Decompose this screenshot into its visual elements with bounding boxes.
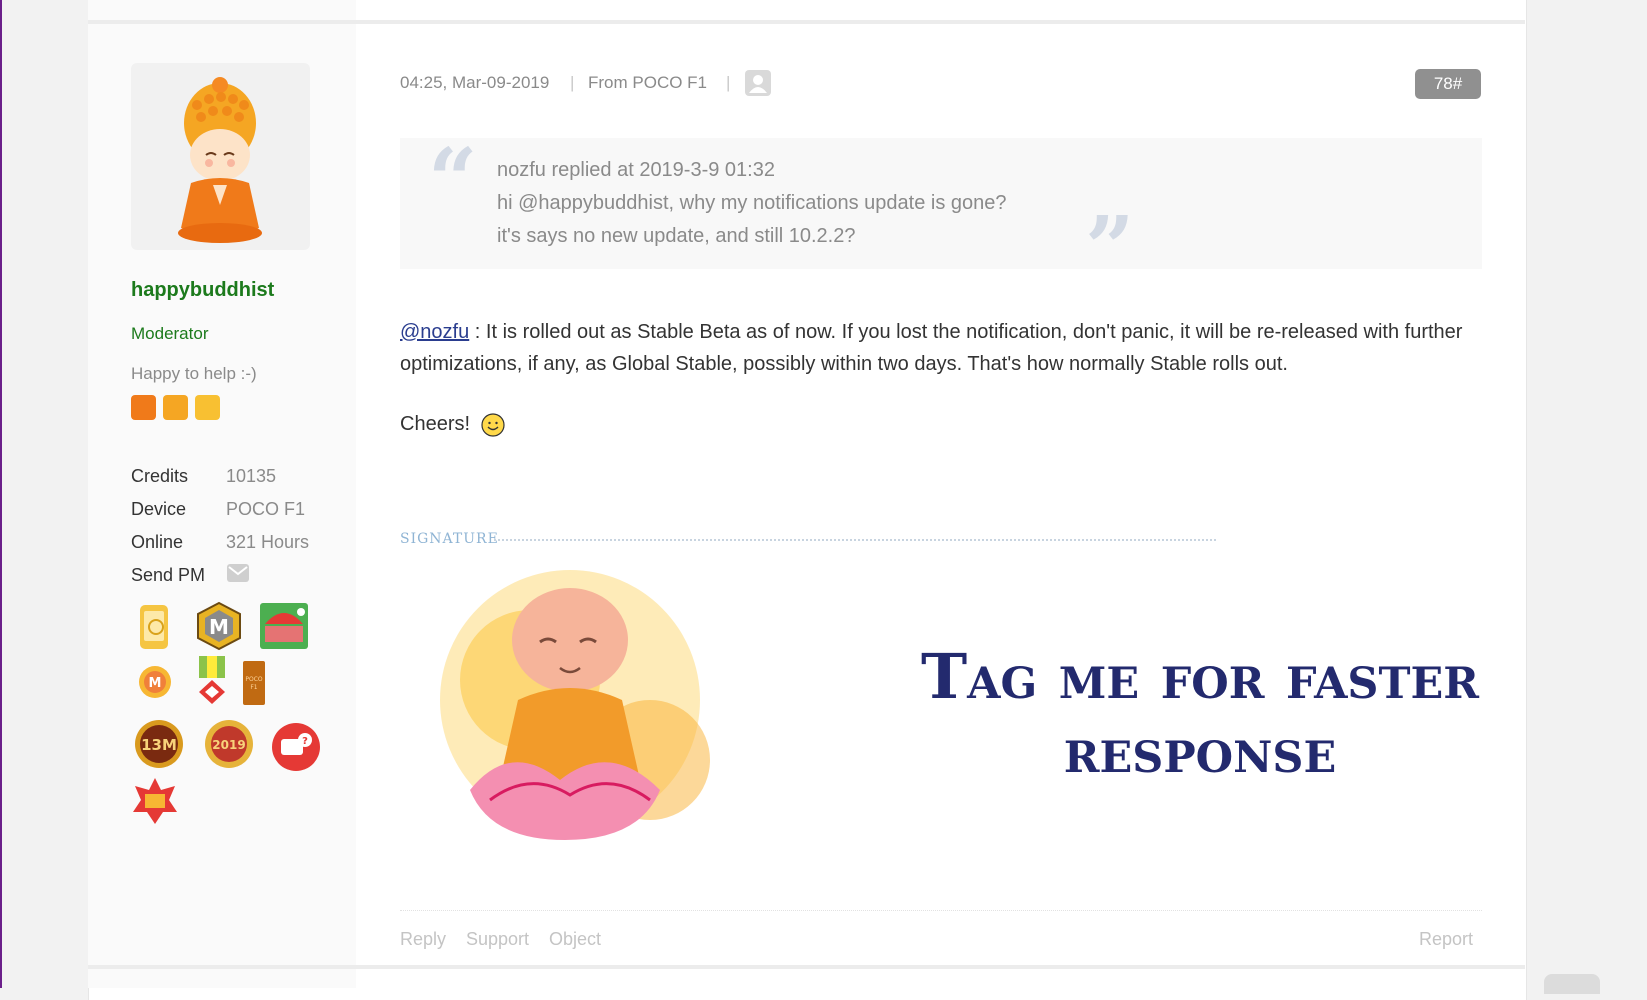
report-link[interactable]: Report xyxy=(1419,929,1473,950)
poco-f1-badge-icon[interactable]: POCO F1 xyxy=(241,659,267,707)
author-title: Happy to help :-) xyxy=(131,364,257,383)
star-award-badge-icon[interactable] xyxy=(131,776,179,826)
post-body: @nozfu : It is rolled out as Stable Beta… xyxy=(400,316,1490,380)
rank-medal-icon xyxy=(163,395,188,420)
author-group[interactable]: Moderator xyxy=(131,324,208,344)
svg-text:M: M xyxy=(149,676,162,691)
quote-header: nozfu replied at 2019-3-9 01:32 xyxy=(497,159,775,181)
stat-label-online: Online xyxy=(131,532,184,552)
post-separator-bottom xyxy=(88,965,1525,969)
signature-tagline: Tag me for faster response xyxy=(780,640,1620,788)
svg-text:POCO: POCO xyxy=(245,676,263,683)
miui-christmas-badge-icon[interactable] xyxy=(259,602,309,650)
stat-label-send-pm: Send PM xyxy=(131,565,206,585)
post-timestamp: 04:25, Mar-09-2019 xyxy=(400,73,550,92)
post-separator-top xyxy=(88,20,1525,24)
rank-medals xyxy=(131,395,220,420)
author-username[interactable]: happybuddhist xyxy=(131,279,274,302)
open-quote-icon: “ xyxy=(428,130,478,231)
ribbon-medal-badge-icon[interactable] xyxy=(195,654,229,708)
post-device: From POCO F1 xyxy=(588,73,708,92)
signature-label: SIGNATURE xyxy=(400,531,499,547)
stat-value-credits[interactable]: 10135 xyxy=(226,466,276,487)
smiley-emoji-icon xyxy=(481,413,505,437)
post-floor-number[interactable]: 78# xyxy=(1415,69,1481,99)
object-link[interactable]: Object xyxy=(549,929,601,950)
svg-text:F1: F1 xyxy=(250,684,257,691)
only-author-icon[interactable] xyxy=(745,70,771,96)
stat-label-credits: Credits xyxy=(131,466,189,486)
m-medal-badge-icon[interactable]: M xyxy=(137,660,173,706)
stat-value-device: POCO F1 xyxy=(226,499,306,519)
mention-link[interactable]: @nozfu xyxy=(400,321,469,343)
svg-text:M: M xyxy=(209,615,229,639)
avatar[interactable] xyxy=(131,63,310,250)
footer-divider xyxy=(400,910,1482,911)
meta-separator: | xyxy=(726,73,731,92)
signature-tagline-line-2: response xyxy=(1063,714,1337,787)
window-edge xyxy=(0,0,2,988)
quote-line-2: it's says no new update, and still 10.2.… xyxy=(497,225,856,247)
buddha-avatar-icon xyxy=(178,77,262,243)
stat-label-device: Device xyxy=(131,499,187,519)
send-pm-envelope-icon[interactable] xyxy=(227,564,249,582)
close-quote-icon: ” xyxy=(1085,198,1135,299)
support-link[interactable]: Support xyxy=(466,929,529,950)
svg-text:2019: 2019 xyxy=(212,738,245,752)
previous-post-footer xyxy=(356,0,1525,20)
help-chat-badge-icon[interactable]: ? xyxy=(271,722,321,772)
reply-link[interactable]: Reply xyxy=(400,929,446,950)
svg-text:13M: 13M xyxy=(141,736,177,754)
phone-badge-icon[interactable] xyxy=(134,603,174,651)
meta-separator: | xyxy=(570,73,575,92)
13m-award-badge-icon[interactable]: 13M xyxy=(131,718,187,772)
rank-medal-icon xyxy=(131,395,156,420)
m-hexagon-badge-icon[interactable]: M xyxy=(195,601,243,651)
signature-divider xyxy=(494,539,1216,541)
quote-line-1: hi @happybuddhist, why my notifications … xyxy=(497,192,1007,214)
signature-tagline-line-1: Tag me for faster xyxy=(920,640,1479,713)
post-cheers: Cheers! xyxy=(400,413,471,435)
2019-award-badge-icon[interactable]: 2019 xyxy=(201,718,257,772)
rank-medal-icon xyxy=(195,395,220,420)
post-body-text: : It is rolled out as Stable Beta as of … xyxy=(400,321,1463,375)
svg-text:?: ? xyxy=(302,736,308,747)
scroll-to-top-button[interactable] xyxy=(1544,974,1600,994)
stat-value-online: 321 Hours xyxy=(226,532,310,552)
